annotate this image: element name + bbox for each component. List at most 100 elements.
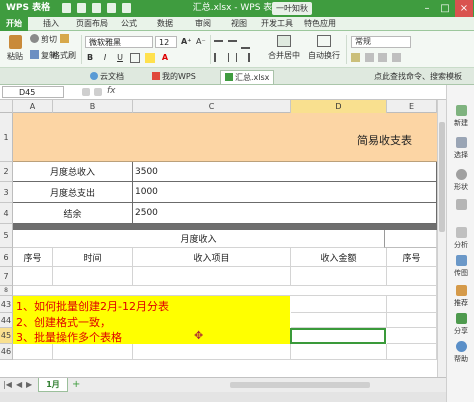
align-left-icon[interactable] xyxy=(214,53,223,62)
formula-input[interactable] xyxy=(124,86,442,98)
column-header-c[interactable]: C xyxy=(133,100,291,113)
summary-value-cell[interactable]: 2500 xyxy=(133,203,437,224)
thousands-icon[interactable] xyxy=(378,53,388,62)
table-cell[interactable] xyxy=(133,267,291,286)
summary-label-cell[interactable]: 月度总支出 xyxy=(13,182,133,203)
table-cell[interactable] xyxy=(53,344,133,360)
row-header[interactable]: 7 xyxy=(0,267,13,286)
zoom-icon[interactable] xyxy=(82,88,90,96)
grow-font-icon[interactable]: A⁺ xyxy=(181,36,191,47)
number-format-select[interactable]: 常规 xyxy=(351,36,411,48)
row-header[interactable]: 43 xyxy=(0,296,13,313)
row-header[interactable]: 1 xyxy=(0,113,13,162)
maximize-button[interactable]: □ xyxy=(436,0,454,17)
table-cell[interactable] xyxy=(291,267,387,286)
my-wps-tab[interactable]: 我的WPS xyxy=(148,70,200,84)
recommend-panel-button[interactable]: 推荐 xyxy=(447,285,474,308)
row-header[interactable]: 5 xyxy=(0,224,13,248)
summary-value-cell[interactable]: 3500 xyxy=(133,162,437,182)
column-header-d[interactable]: D xyxy=(291,100,387,113)
row-header[interactable]: 44 xyxy=(0,313,13,328)
name-box[interactable]: D45 xyxy=(2,86,64,98)
user-account[interactable]: 一叶知秋 xyxy=(272,2,312,15)
underline-button[interactable]: U xyxy=(115,53,125,63)
tab-view[interactable]: 视图 xyxy=(228,17,250,31)
table-cell[interactable] xyxy=(291,313,387,328)
minimize-button[interactable]: – xyxy=(418,0,436,17)
help-panel-button[interactable]: 帮助 xyxy=(447,341,474,364)
column-header-e[interactable]: E xyxy=(387,100,437,113)
horizontal-scrollbar-thumb[interactable] xyxy=(230,382,370,388)
merge-center-button[interactable]: 合并居中 xyxy=(266,34,302,64)
percent-icon[interactable] xyxy=(364,53,374,62)
tab-review[interactable]: 审阅 xyxy=(192,17,214,31)
active-cell-d45[interactable] xyxy=(290,328,386,344)
close-button[interactable]: × xyxy=(455,0,473,17)
shrink-font-icon[interactable]: A⁻ xyxy=(196,36,206,47)
format-painter-button[interactable]: 格式刷 xyxy=(52,50,76,61)
summary-label-cell[interactable]: 结余 xyxy=(13,203,133,224)
command-search-box[interactable]: 点此查找命令、搜索模板 xyxy=(374,71,462,82)
table-cell[interactable] xyxy=(387,267,437,286)
align-center-icon[interactable] xyxy=(227,53,237,62)
col-label-cell[interactable]: 序号 xyxy=(387,248,437,267)
first-sheet-icon[interactable]: |◀ xyxy=(3,380,12,389)
shape-panel-button[interactable]: 形状 xyxy=(447,169,474,192)
table-cell[interactable] xyxy=(387,328,437,344)
column-header-b[interactable]: B xyxy=(53,100,133,113)
paste-button[interactable]: 粘贴 xyxy=(4,33,26,63)
align-top-icon[interactable] xyxy=(214,40,223,49)
font-color-icon[interactable]: A xyxy=(160,53,170,63)
cloud-docs-tab[interactable]: 云文档 xyxy=(86,70,128,84)
cut-button[interactable]: 剪切 xyxy=(30,34,57,45)
select-all-corner[interactable] xyxy=(0,100,13,113)
tab-formulas[interactable]: 公式 xyxy=(118,17,140,31)
row-header-selected[interactable]: 45 xyxy=(0,328,13,344)
summary-label-cell[interactable]: 月度总收入 xyxy=(13,162,133,182)
table-cell[interactable] xyxy=(387,344,437,360)
wrap-text-button[interactable]: 自动换行 xyxy=(306,34,342,64)
fx-icon[interactable]: fx xyxy=(107,86,116,96)
row-header[interactable]: 4 xyxy=(0,203,13,224)
font-name-select[interactable]: 微软雅黑 xyxy=(85,36,153,48)
add-sheet-button[interactable]: + xyxy=(72,379,80,390)
share-panel-button[interactable]: 分享 xyxy=(447,313,474,336)
function-wizard-icon[interactable] xyxy=(94,88,102,96)
col-label-cell[interactable]: 收入金额 xyxy=(291,248,387,267)
analysis-panel-button[interactable]: 分析 xyxy=(447,227,474,250)
border-icon[interactable] xyxy=(130,53,140,63)
col-label-cell[interactable]: 序号 xyxy=(13,248,53,267)
sheet-tab-jan[interactable]: 1月 xyxy=(38,378,68,392)
new-panel-button[interactable]: 新建 xyxy=(447,105,474,128)
col-label-cell[interactable]: 时间 xyxy=(53,248,133,267)
align-right-icon[interactable] xyxy=(241,53,251,62)
row-header[interactable]: 3 xyxy=(0,182,13,203)
currency-icon[interactable] xyxy=(351,53,360,62)
table-cell[interactable] xyxy=(133,344,291,360)
tab-data[interactable]: 数据 xyxy=(154,17,176,31)
table-cell[interactable] xyxy=(13,267,53,286)
table-cell[interactable] xyxy=(387,313,437,328)
table-cell[interactable] xyxy=(13,344,53,360)
row-header[interactable]: 2 xyxy=(0,162,13,182)
select-panel-button[interactable]: 选择 xyxy=(447,137,474,160)
tab-page-layout[interactable]: 页面布局 xyxy=(72,17,112,31)
table-row[interactable] xyxy=(13,286,437,296)
tab-home[interactable]: 开始 xyxy=(0,17,28,31)
italic-button[interactable]: I xyxy=(100,53,110,63)
table-cell[interactable] xyxy=(291,296,387,313)
tab-special-apps[interactable]: 特色应用 xyxy=(302,17,338,31)
table-cell[interactable] xyxy=(291,344,387,360)
vertical-scrollbar[interactable] xyxy=(437,100,446,377)
fill-color-icon[interactable] xyxy=(145,53,155,63)
font-size-select[interactable]: 12 xyxy=(155,36,177,48)
tab-developer[interactable]: 开发工具 xyxy=(259,17,295,31)
col-label-cell[interactable]: 收入项目 xyxy=(133,248,291,267)
scrollbar-thumb[interactable] xyxy=(439,122,445,232)
style-panel-button[interactable] xyxy=(447,199,474,212)
align-bottom-icon[interactable] xyxy=(241,40,251,49)
row-header[interactable]: 6 xyxy=(0,248,13,267)
bold-button[interactable]: B xyxy=(85,53,95,63)
table-cell[interactable] xyxy=(387,296,437,313)
spreadsheet-grid[interactable]: 简易收支表 月度总收入 3500 月度总支出 1000 结余 2500 月度收入… xyxy=(13,113,437,377)
